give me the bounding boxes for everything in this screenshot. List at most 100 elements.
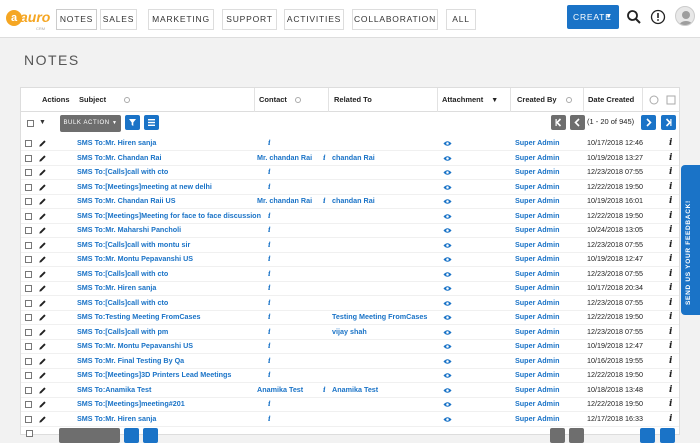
row-checkbox[interactable] [25,372,32,379]
created-by-link[interactable]: Super Admin [515,238,559,252]
table-row[interactable]: SMS To:[Calls]call with cto i Super Admin 1… [21,165,679,180]
row-checkbox[interactable] [25,401,32,408]
contact-link[interactable]: Mr. chandan Rai [257,151,312,165]
subject-link[interactable]: SMS To:[Meetings]3D Printers Lead Meetin… [77,368,231,382]
table-row[interactable]: SMS To:[Meetings]3D Printers Lead Meetin… [21,368,679,383]
sort-icon[interactable] [294,97,301,104]
subject-link[interactable]: SMS To:Testing Meeting FromCases [77,310,201,324]
last-page-button[interactable] [661,115,676,130]
created-by-link[interactable]: Super Admin [515,209,559,223]
subject-link[interactable]: SMS To:[Calls]call with cto [77,165,168,179]
created-by-link[interactable]: Super Admin [515,267,559,281]
subject-link[interactable]: SMS To:[Calls]call with cto [77,296,168,310]
columns-config-icon[interactable] [666,95,676,105]
row-checkbox[interactable] [25,154,32,162]
info-icon[interactable]: i [268,267,271,281]
created-by-link[interactable]: Super Admin [515,325,559,339]
created-by-link[interactable]: Super Admin [515,151,559,165]
created-by-link[interactable]: Super Admin [515,281,559,295]
table-row[interactable]: SMS To:[Calls]call with cto i Super Admin 1… [21,267,679,282]
chevron-down-icon[interactable]: ▼ [39,119,46,126]
row-info-icon[interactable]: i [669,325,672,339]
related-to-link[interactable]: chandan Rai [332,194,375,208]
subject-link[interactable]: SMS To:Mr. Chandan Raii US [77,194,176,208]
related-to-link[interactable]: Anamika Test [332,383,378,397]
row-checkbox[interactable] [25,357,32,365]
subject-link[interactable]: SMS To:Mr. Chandan Rai [77,151,162,165]
row-info-icon[interactable]: i [669,354,672,368]
related-to-link[interactable]: chandan Rai [332,151,375,165]
first-page-button[interactable] [551,115,566,130]
subject-link[interactable]: SMS To:Mr. Montu Pepavanshi US [77,339,193,353]
row-checkbox[interactable] [25,256,32,263]
row-checkbox[interactable] [25,140,32,147]
row-checkbox[interactable] [25,328,32,336]
select-all-checkbox-bottom[interactable] [26,430,33,437]
next-page-button-bottom[interactable] [640,428,655,443]
row-info-icon[interactable]: i [669,310,672,324]
header-contact[interactable]: Contact [259,88,301,112]
info-icon[interactable]: i [268,238,271,252]
notification-icon[interactable] [650,9,666,25]
header-created-by[interactable]: Created By [517,88,572,112]
header-attachment[interactable]: Attachment ▼ [442,88,498,112]
info-icon[interactable]: i [268,354,271,368]
table-row[interactable]: SMS To:Mr. Final Testing By Qa i Super Adm… [21,354,679,369]
info-icon[interactable]: i [268,165,271,179]
table-row[interactable]: SMS To:[Calls]call with montu sir i Super … [21,238,679,253]
subject-link[interactable]: SMS To:Mr. Maharshi Pancholi [77,223,181,237]
header-date-created[interactable]: Date Created [588,88,634,112]
nav-tab-activities[interactable]: ACTIVITIES [284,9,344,30]
list-view-button[interactable] [144,115,159,130]
row-checkbox[interactable] [25,169,32,176]
row-info-icon[interactable]: i [669,397,672,411]
subject-link[interactable]: SMS To:[Meetings]meeting at new delhi [77,180,212,194]
created-by-link[interactable]: Super Admin [515,296,559,310]
info-icon[interactable]: i [268,252,271,266]
row-info-icon[interactable]: i [669,267,672,281]
subject-link[interactable]: SMS To:Mr. Final Testing By Qa [77,354,184,368]
created-by-link[interactable]: Super Admin [515,223,559,237]
row-info-icon[interactable]: i [669,209,672,223]
next-page-button[interactable] [641,115,656,130]
row-info-icon[interactable]: i [669,412,672,426]
row-info-icon[interactable]: i [669,339,672,353]
related-to-link[interactable]: vijay shah [332,325,367,339]
header-related-to[interactable]: Related To [334,88,372,112]
table-row[interactable]: SMS To:[Meetings]Meeting for face to fac… [21,209,679,224]
info-icon[interactable]: i [268,180,271,194]
created-by-link[interactable]: Super Admin [515,368,559,382]
table-row[interactable]: SMS To:Mr. Maharshi Pancholi i Super Admin… [21,223,679,238]
info-icon[interactable]: i [268,136,271,150]
subject-link[interactable]: SMS To:Mr. Hiren sanja [77,412,156,426]
subject-link[interactable]: SMS To:[Calls]call with pm [77,325,168,339]
select-all-checkbox[interactable] [27,120,34,127]
table-row[interactable]: SMS To:Testing Meeting FromCases i Testing… [21,310,679,325]
subject-link[interactable]: SMS To:Anamika Test [77,383,151,397]
related-to-link[interactable]: Testing Meeting FromCases [332,310,427,324]
nav-tab-sales[interactable]: SALES [100,9,137,30]
row-checkbox[interactable] [25,415,32,423]
info-icon[interactable]: i [268,368,271,382]
row-checkbox[interactable] [25,227,32,234]
table-row[interactable]: SMS To:Anamika Test Anamika Test i Anamika … [21,383,679,398]
row-info-icon[interactable]: i [669,252,672,266]
row-info-icon[interactable]: i [669,281,672,295]
row-info-icon[interactable]: i [669,151,672,165]
contact-link[interactable]: Anamika Test [257,383,303,397]
created-by-link[interactable]: Super Admin [515,136,559,150]
created-by-link[interactable]: Super Admin [515,180,559,194]
info-icon[interactable]: i [268,209,271,223]
avatar[interactable] [675,6,695,26]
table-row[interactable]: SMS To:Mr. Hiren sanja i Super Admin 12/17/… [21,412,679,427]
contact-link[interactable]: Mr. chandan Rai [257,194,312,208]
nav-tab-support[interactable]: SUPPORT [222,9,277,30]
info-icon[interactable]: i [268,310,271,324]
sort-desc-icon[interactable]: ▼ [491,97,498,104]
info-icon[interactable]: i [268,412,271,426]
sort-icon[interactable] [649,95,659,105]
list-view-button-bottom[interactable] [143,428,158,443]
table-row[interactable]: SMS To:Mr. Chandan Rai Mr. chandan Rai i ch… [21,151,679,166]
created-by-link[interactable]: Super Admin [515,310,559,324]
info-icon[interactable]: i [268,325,271,339]
